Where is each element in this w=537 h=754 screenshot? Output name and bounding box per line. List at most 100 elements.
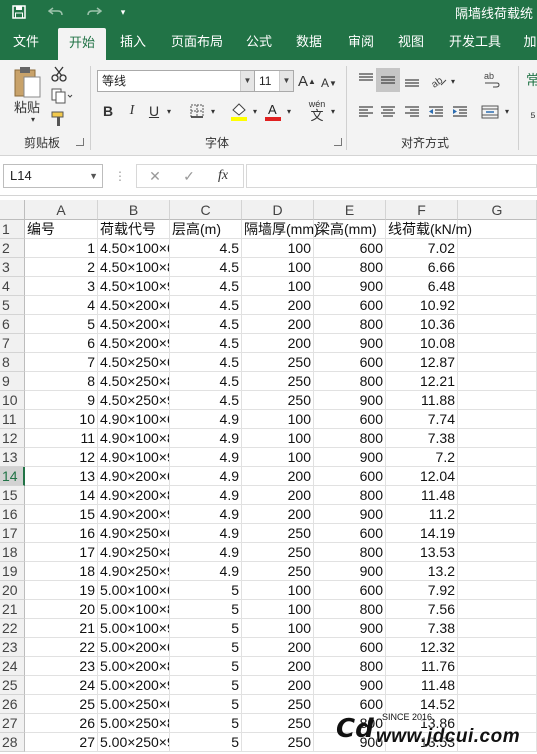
cell[interactable]: 900 bbox=[314, 334, 386, 353]
cell[interactable]: 8 bbox=[25, 372, 98, 391]
tab-home[interactable]: 开始 bbox=[58, 28, 106, 60]
cell[interactable]: 18 bbox=[25, 562, 98, 581]
cell[interactable]: 11.76 bbox=[386, 657, 458, 676]
cell[interactable]: 15 bbox=[25, 505, 98, 524]
cell[interactable]: 100 bbox=[242, 277, 314, 296]
row-header-19[interactable]: 19 bbox=[0, 562, 25, 581]
cell[interactable]: 250 bbox=[242, 524, 314, 543]
cell[interactable]: 10.36 bbox=[386, 315, 458, 334]
cell[interactable]: 7.56 bbox=[386, 600, 458, 619]
column-header-a[interactable]: A bbox=[25, 200, 98, 220]
name-box-dropdown-icon[interactable]: ▼ bbox=[89, 165, 98, 187]
row-header-26[interactable]: 26 bbox=[0, 695, 25, 714]
cell[interactable]: 4.5 bbox=[170, 296, 242, 315]
cell[interactable]: 4.50×200×900 bbox=[98, 334, 170, 353]
format-painter-icon[interactable] bbox=[48, 108, 70, 130]
cell[interactable]: 5.00×250×900 bbox=[98, 733, 170, 752]
increase-indent-icon[interactable] bbox=[448, 100, 472, 124]
cell[interactable]: 7.74 bbox=[386, 410, 458, 429]
cancel-entry-icon[interactable]: ✕ bbox=[141, 165, 169, 187]
cell[interactable]: 4.9 bbox=[170, 467, 242, 486]
cell[interactable]: 12.04 bbox=[386, 467, 458, 486]
merge-dropdown-icon[interactable]: ▾ bbox=[502, 100, 512, 122]
cell[interactable]: 250 bbox=[242, 714, 314, 733]
cell[interactable]: 100 bbox=[242, 258, 314, 277]
cell[interactable]: 5 bbox=[170, 638, 242, 657]
cell[interactable]: 100 bbox=[242, 429, 314, 448]
cell[interactable]: 10 bbox=[25, 410, 98, 429]
row-header-21[interactable]: 21 bbox=[0, 600, 25, 619]
font-size-select[interactable]: 11 ▼ bbox=[254, 70, 294, 92]
cell[interactable]: 4.90×200×600 bbox=[98, 467, 170, 486]
cell[interactable]: 250 bbox=[242, 562, 314, 581]
row-header-2[interactable]: 2 bbox=[0, 239, 25, 258]
cell[interactable]: 4.9 bbox=[170, 448, 242, 467]
column-header-f[interactable]: F bbox=[386, 200, 458, 220]
column-header-b[interactable]: B bbox=[98, 200, 170, 220]
cell[interactable] bbox=[458, 277, 537, 296]
cell[interactable]: 5.00×200×900 bbox=[98, 676, 170, 695]
cell[interactable]: 12.87 bbox=[386, 353, 458, 372]
cell[interactable]: 13.86 bbox=[386, 714, 458, 733]
column-header-c[interactable]: C bbox=[170, 200, 242, 220]
cell[interactable]: 7.38 bbox=[386, 619, 458, 638]
header-cell[interactable]: 层高(m) bbox=[170, 220, 242, 239]
column-header-e[interactable]: E bbox=[314, 200, 386, 220]
tab-file[interactable]: 文件 bbox=[4, 24, 48, 60]
cell[interactable]: 200 bbox=[242, 505, 314, 524]
cell[interactable]: 4.50×250×900 bbox=[98, 391, 170, 410]
tab-formulas[interactable]: 公式 bbox=[238, 24, 280, 60]
cell[interactable]: 900 bbox=[314, 619, 386, 638]
bold-button[interactable]: B bbox=[98, 100, 118, 122]
align-top-icon[interactable] bbox=[354, 68, 378, 92]
cell[interactable] bbox=[458, 334, 537, 353]
cell[interactable]: 6.66 bbox=[386, 258, 458, 277]
cell[interactable]: 5.00×100×600 bbox=[98, 581, 170, 600]
cell[interactable]: 7.92 bbox=[386, 581, 458, 600]
cell[interactable] bbox=[458, 524, 537, 543]
fill-color-icon[interactable] bbox=[228, 98, 250, 124]
row-header-11[interactable]: 11 bbox=[0, 410, 25, 429]
align-left-icon[interactable] bbox=[354, 100, 378, 124]
paste-button-label[interactable]: 粘贴 bbox=[10, 98, 44, 115]
cell[interactable] bbox=[458, 258, 537, 277]
cell[interactable]: 11.48 bbox=[386, 486, 458, 505]
tab-data[interactable]: 数据 bbox=[288, 24, 330, 60]
cell[interactable]: 250 bbox=[242, 391, 314, 410]
align-middle-icon[interactable] bbox=[376, 68, 400, 92]
customize-icon[interactable]: ▾ bbox=[116, 3, 130, 21]
cell[interactable]: 1 bbox=[25, 239, 98, 258]
cell[interactable]: 14.19 bbox=[386, 524, 458, 543]
cell[interactable]: 4.50×200×800 bbox=[98, 315, 170, 334]
cell[interactable]: 200 bbox=[242, 657, 314, 676]
cell[interactable]: 4.5 bbox=[170, 372, 242, 391]
cell[interactable]: 5 bbox=[170, 657, 242, 676]
cell[interactable]: 100 bbox=[242, 448, 314, 467]
merge-center-icon[interactable] bbox=[478, 100, 502, 124]
cell[interactable] bbox=[458, 372, 537, 391]
cell[interactable]: 600 bbox=[314, 467, 386, 486]
underline-button[interactable]: U bbox=[144, 100, 164, 122]
cell[interactable]: 5 bbox=[170, 733, 242, 752]
row-header-6[interactable]: 6 bbox=[0, 315, 25, 334]
cell[interactable]: 4.9 bbox=[170, 429, 242, 448]
cell[interactable]: 250 bbox=[242, 543, 314, 562]
general-format-icon[interactable]: 常 bbox=[526, 68, 537, 92]
cell[interactable]: 27 bbox=[25, 733, 98, 752]
cell[interactable]: 5 bbox=[170, 695, 242, 714]
header-cell[interactable]: 隔墙厚(mm) bbox=[242, 220, 319, 239]
cell[interactable]: 4.50×100×900 bbox=[98, 277, 170, 296]
cell[interactable]: 23 bbox=[25, 657, 98, 676]
row-header-20[interactable]: 20 bbox=[0, 581, 25, 600]
header-cell[interactable]: 荷载代号 bbox=[98, 220, 170, 239]
cell[interactable]: 200 bbox=[242, 467, 314, 486]
cell[interactable]: 5.00×250×600 bbox=[98, 695, 170, 714]
cell[interactable]: 24 bbox=[25, 676, 98, 695]
align-right-icon[interactable] bbox=[400, 100, 424, 124]
cell[interactable]: 4.9 bbox=[170, 505, 242, 524]
select-all-corner[interactable] bbox=[0, 200, 25, 220]
column-header-d[interactable]: D bbox=[242, 200, 314, 220]
cell[interactable]: 600 bbox=[314, 239, 386, 258]
cell[interactable]: 11.88 bbox=[386, 391, 458, 410]
confirm-entry-icon[interactable]: ✓ bbox=[175, 165, 203, 187]
